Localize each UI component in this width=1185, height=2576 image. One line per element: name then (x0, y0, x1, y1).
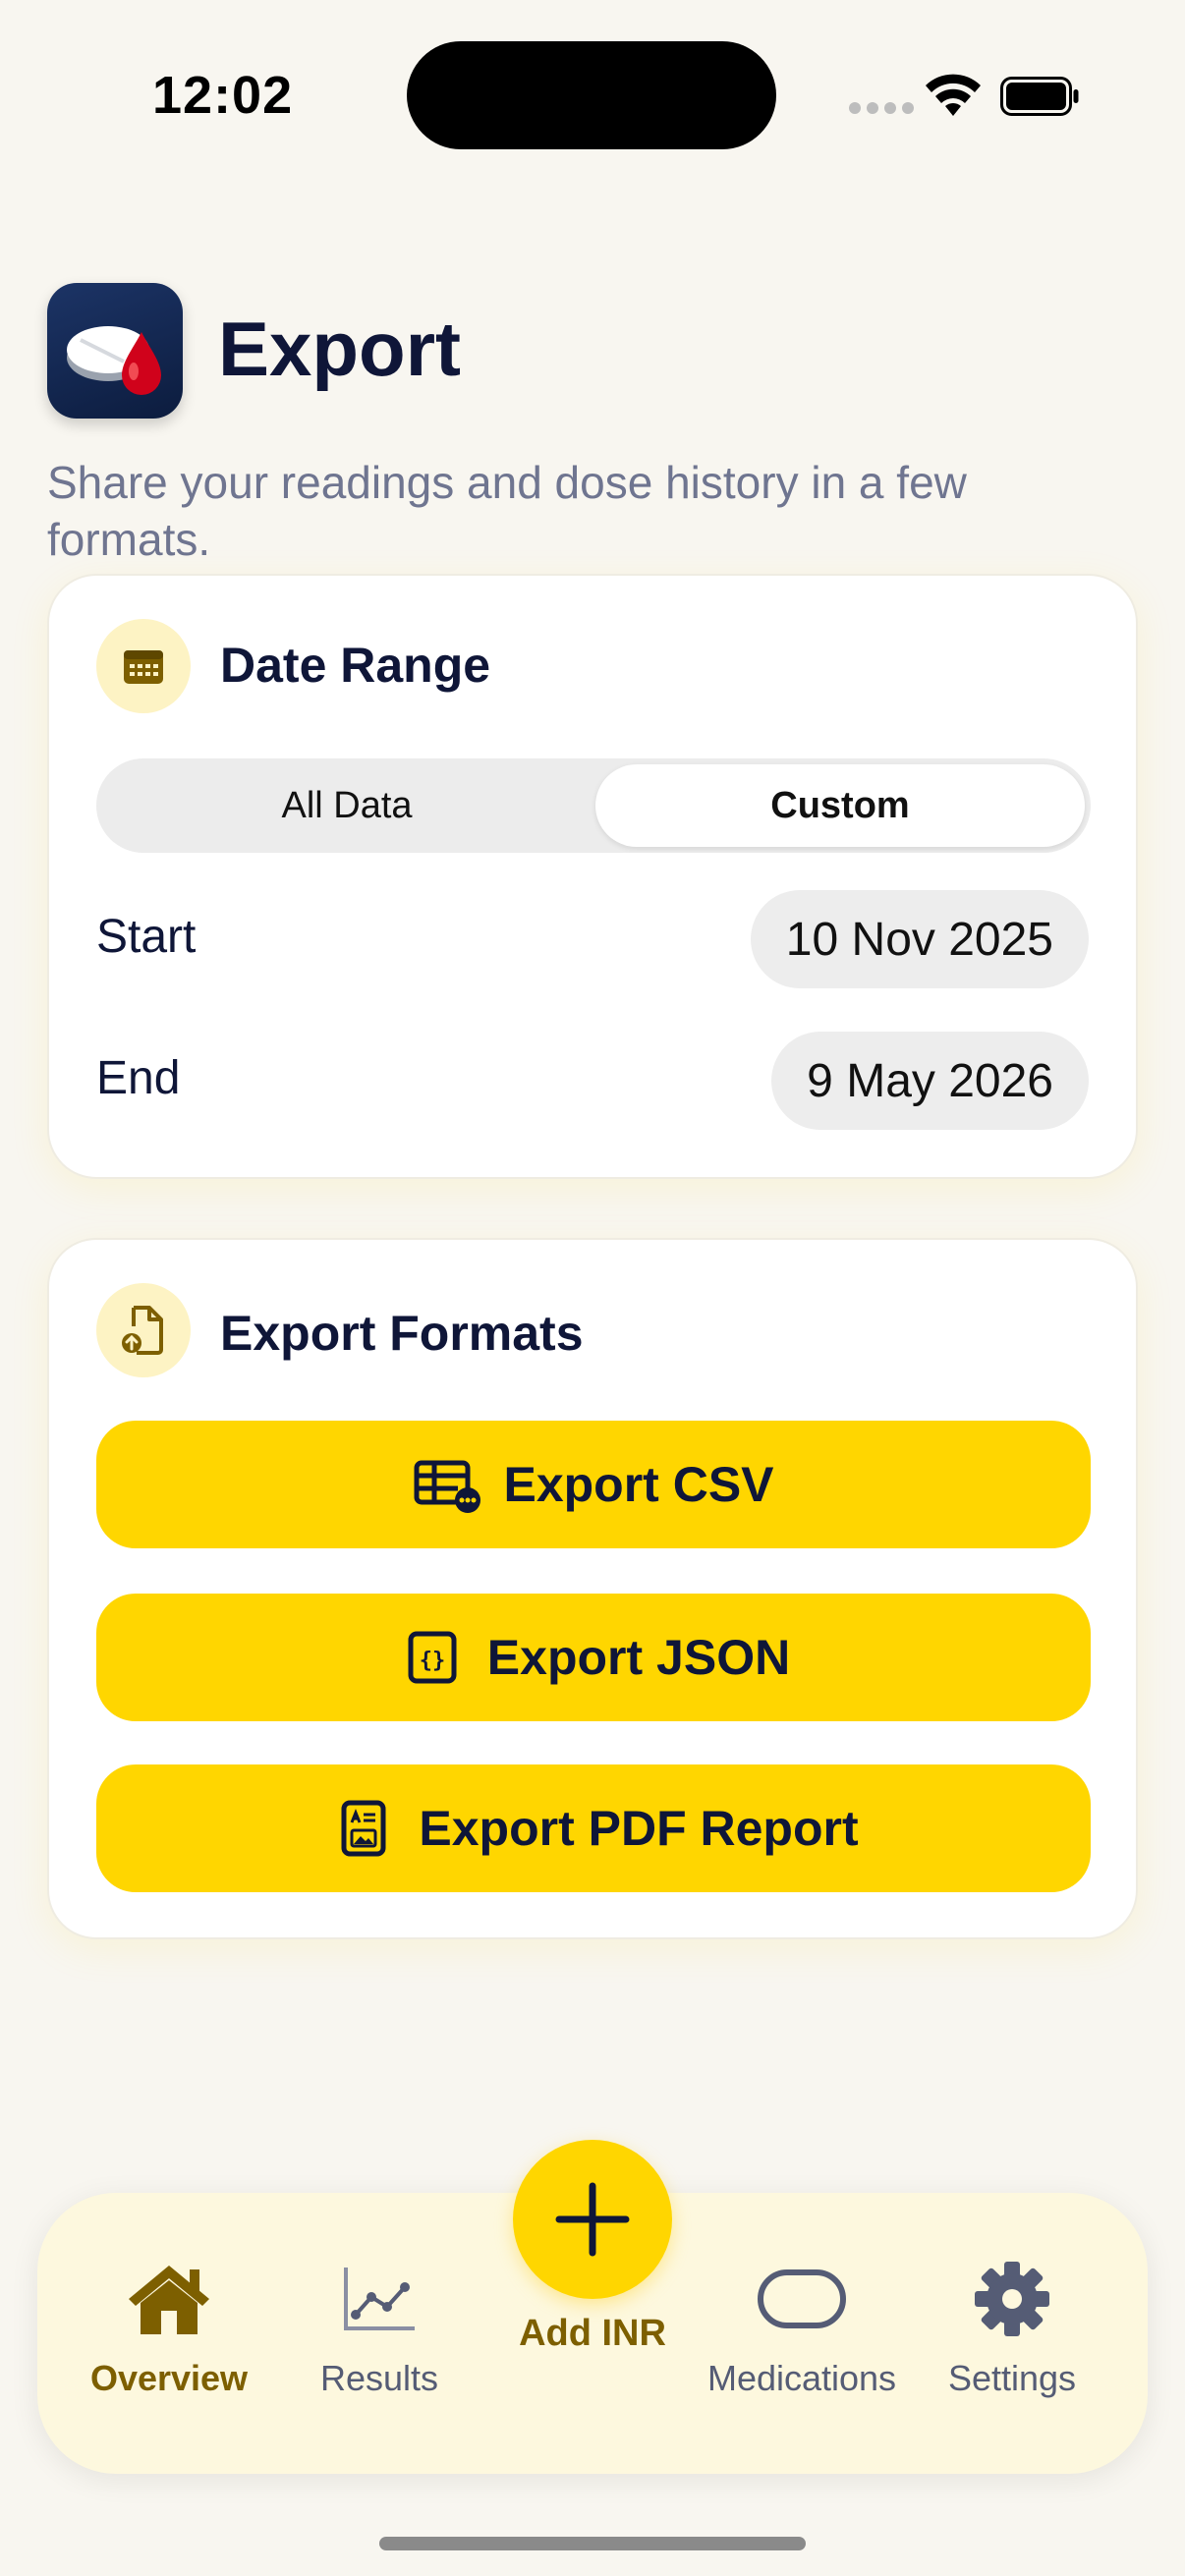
battery-icon (1000, 77, 1079, 116)
report-icon (341, 1800, 386, 1857)
svg-text:{}: {} (420, 1649, 446, 1673)
braces-icon: {} (408, 1631, 457, 1684)
export-json-label: Export JSON (486, 1630, 791, 1685)
add-inr-label: Add INR (519, 2313, 666, 2354)
date-range-card: Date Range All Data Custom Start 10 Nov … (47, 574, 1138, 1179)
export-pdf-button[interactable]: Export PDF Report (96, 1764, 1091, 1892)
pill-icon (694, 2252, 910, 2346)
plus-icon (555, 2182, 630, 2257)
app-logo (47, 283, 183, 419)
export-formats-title: Export Formats (220, 1306, 584, 1361)
end-date-picker[interactable]: 9 May 2026 (771, 1032, 1089, 1130)
start-label: Start (96, 911, 197, 963)
export-json-button[interactable]: {} Export JSON (96, 1594, 1091, 1721)
document-export-icon (96, 1283, 191, 1377)
segment-all-data[interactable]: All Data (102, 764, 592, 847)
table-icon (414, 1460, 481, 1513)
tab-medications[interactable]: Medications (694, 2252, 910, 2399)
add-inr-button[interactable] (513, 2140, 672, 2299)
home-indicator[interactable] (379, 2537, 806, 2550)
export-formats-card: Export Formats Export CSV {} Export JSON (47, 1238, 1138, 1939)
status-time: 12:02 (152, 66, 294, 125)
date-range-title: Date Range (220, 638, 491, 693)
export-csv-label: Export CSV (503, 1457, 774, 1512)
home-icon (61, 2252, 277, 2346)
tab-results[interactable]: Results (271, 2252, 487, 2399)
dynamic-island (407, 41, 776, 149)
export-screen: 12:02 Export Share your readings and dos… (0, 0, 1185, 2576)
tab-medications-label: Medications (706, 2358, 897, 2398)
tab-settings[interactable]: Settings (904, 2252, 1120, 2399)
tab-settings-label: Settings (947, 2358, 1077, 2398)
start-date-picker[interactable]: 10 Nov 2025 (750, 890, 1089, 988)
page-title: Export (218, 306, 462, 392)
export-csv-button[interactable]: Export CSV (96, 1421, 1091, 1548)
end-label: End (96, 1052, 181, 1104)
segment-custom[interactable]: Custom (595, 764, 1085, 847)
calendar-icon (96, 619, 191, 713)
wifi-icon (926, 74, 981, 116)
date-range-segmented-control: All Data Custom (96, 758, 1091, 853)
chart-line-icon (271, 2252, 487, 2346)
cellular-signal-icon (849, 102, 914, 114)
gear-icon (904, 2252, 1120, 2346)
tab-results-label: Results (319, 2358, 439, 2398)
export-pdf-label: Export PDF Report (419, 1801, 859, 1856)
page-subtitle: Share your readings and dose history in … (47, 457, 967, 565)
pill-drop-logo-icon (67, 326, 161, 395)
tab-overview[interactable]: Overview (61, 2252, 277, 2399)
tab-overview-label: Overview (89, 2358, 249, 2398)
